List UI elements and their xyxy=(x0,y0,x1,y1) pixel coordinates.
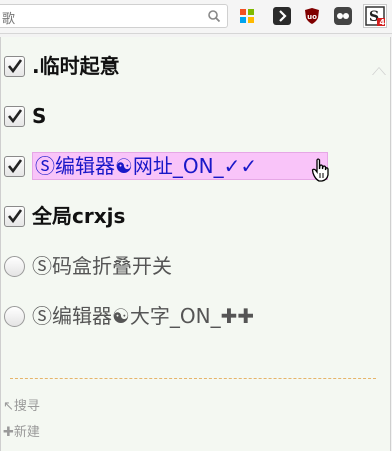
checkbox-checked[interactable] xyxy=(4,55,25,77)
windows-grid-icon[interactable] xyxy=(237,6,257,26)
toggle-item-0[interactable]: .临时起意 xyxy=(4,51,120,81)
toggle-label-highlighted: Ⓢ编辑器☯网址_ON_✓✓ xyxy=(32,152,328,180)
toggle-item-4[interactable]: Ⓢ码盒折叠开关 xyxy=(4,251,172,281)
divider xyxy=(10,378,376,379)
toggle-item-1[interactable]: S xyxy=(4,101,46,131)
checkbox-checked[interactable] xyxy=(4,105,25,127)
ublock-shield-icon[interactable]: uo xyxy=(302,6,322,26)
search-link[interactable]: ↖搜寻 xyxy=(3,395,40,414)
address-bar-text: 歌 xyxy=(2,12,16,27)
popup-arrow xyxy=(372,67,386,75)
svg-text:uo: uo xyxy=(307,13,317,21)
toggle-item-2[interactable]: Ⓢ编辑器☯网址_ON_✓✓ xyxy=(4,151,328,181)
extension-badge: 4 xyxy=(379,18,385,27)
toggle-item-3[interactable]: 全局crxjs xyxy=(4,201,125,231)
checkbox-checked[interactable] xyxy=(4,155,25,177)
dark-chevron-extension-icon[interactable] xyxy=(272,6,292,26)
extension-popup xyxy=(0,37,391,451)
toggle-item-5[interactable]: Ⓢ编辑器☯大字_ON_✚✚ xyxy=(4,301,254,331)
checkbox-checked[interactable] xyxy=(4,205,25,227)
search-icon[interactable] xyxy=(207,9,221,23)
ghost-mask-icon[interactable] xyxy=(333,6,353,26)
new-link[interactable]: ✚新建 xyxy=(3,421,40,440)
address-bar[interactable]: 歌 xyxy=(0,4,228,28)
toggle-label: S xyxy=(32,104,47,128)
radio-unchecked[interactable] xyxy=(4,255,25,277)
toggle-label: Ⓢ码盒折叠开关 xyxy=(32,254,172,278)
hand-pointer-cursor-icon xyxy=(311,158,329,182)
s-active-extension-icon[interactable]: S 4 xyxy=(363,4,387,28)
toggle-label: .临时起意 xyxy=(32,54,120,78)
toggle-label: Ⓢ编辑器☯大字_ON_✚✚ xyxy=(32,304,255,328)
browser-toolbar: 歌 uo S 4 xyxy=(0,0,392,34)
toggle-label: 全局crxjs xyxy=(32,204,126,228)
radio-unchecked[interactable] xyxy=(4,305,25,327)
